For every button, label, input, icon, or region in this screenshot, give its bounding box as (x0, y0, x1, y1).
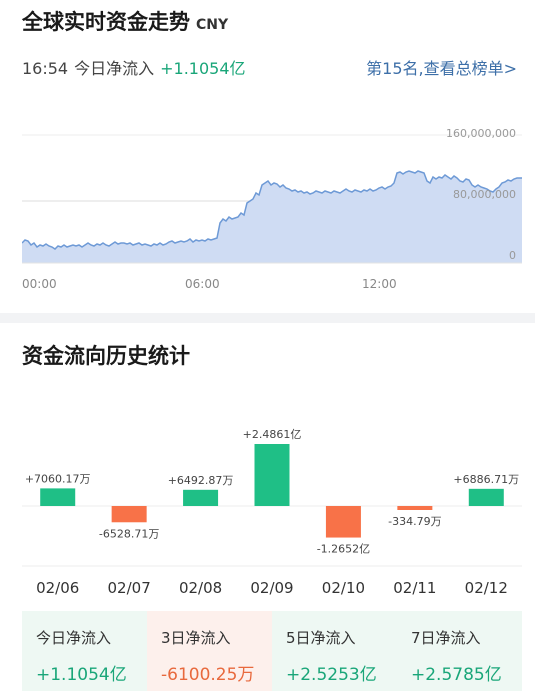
bar-value-label: +7060.17万 (25, 472, 91, 485)
summary-label: 今日净流入 (36, 629, 112, 647)
bar-02-06 (40, 488, 76, 506)
bar-value-label: -334.79万 (388, 515, 441, 528)
summary-value: +2.5785亿 (411, 665, 502, 685)
summary-value: +2.5253亿 (286, 665, 377, 685)
y-tick-top: 160,000,000 (446, 127, 516, 140)
bar-02-10 (325, 506, 361, 538)
x-tick-0000: 00:00 (22, 277, 57, 291)
bar-value-label: +2.4861亿 (243, 428, 302, 441)
realtime-flow-section: 全球实时资金走势 CNY 16:54 今日净流入 +1.1054亿 第15名,查看总… (0, 0, 535, 313)
summary-label: 7日净流入 (411, 629, 481, 647)
bar-value-label: +6492.87万 (168, 474, 234, 487)
rank-list-link[interactable]: 第15名,查看总榜单> (366, 55, 517, 79)
x-category-label: 02/10 (322, 579, 365, 597)
summary-label: 5日净流入 (286, 629, 356, 647)
bar-value-label: +6886.71万 (453, 473, 519, 486)
x-category-label: 02/12 (465, 579, 508, 597)
history-flow-section: 资金流向历史统计 +7060.17万 02/06 -6528.71万 02/07 +64… (0, 323, 535, 691)
currency-unit: CNY (196, 17, 229, 33)
net-flow-label: 今日净流入 (74, 59, 155, 78)
bar-02-07 (111, 506, 147, 523)
net-flow-summary: 今日净流入 +1.1054亿 3日净流入 -6100.25万 5日净流入 +2.… (22, 611, 522, 691)
x-category-label: 02/08 (179, 579, 222, 597)
today-net-flow-row: 16:54 今日净流入 +1.1054亿 (22, 55, 246, 79)
section-divider (0, 313, 535, 323)
bar-02-08 (183, 489, 219, 506)
realtime-area-chart: 160,000,000 80,000,000 0 00:00 06:00 12:… (21, 125, 522, 295)
y-tick-zero: 0 (509, 249, 516, 262)
summary-today: 今日净流入 +1.1054亿 (22, 611, 147, 691)
x-category-label: 02/11 (393, 579, 436, 597)
net-flow-value: +1.1054亿 (160, 59, 246, 78)
bar-02-12 (468, 488, 504, 506)
summary-7day: 7日净流入 +2.5785亿 (397, 611, 522, 691)
bar-02-09 (254, 444, 290, 506)
x-tick-1200: 12:00 (362, 277, 397, 291)
bar-value-label: -6528.71万 (99, 527, 159, 540)
area-chart-svg (21, 134, 522, 264)
summary-value: +1.1054亿 (36, 665, 127, 685)
bar-value-label: -1.2652亿 (317, 543, 370, 556)
x-category-label: 02/07 (108, 579, 151, 597)
summary-5day: 5日净流入 +2.5253亿 (272, 611, 397, 691)
update-time: 16:54 (22, 59, 69, 78)
title-row: 全球实时资金走势 CNY (22, 6, 228, 36)
summary-value: -6100.25万 (161, 665, 255, 685)
y-tick-mid: 80,000,000 (453, 188, 516, 201)
x-category-label: 02/06 (36, 579, 79, 597)
summary-label: 3日净流入 (161, 629, 231, 647)
page-title: 全球实时资金走势 (22, 10, 190, 34)
x-tick-0600: 06:00 (185, 277, 220, 291)
summary-3day: 3日净流入 -6100.25万 (147, 611, 272, 691)
bar-02-11 (397, 506, 433, 510)
x-category-label: 02/09 (250, 579, 293, 597)
